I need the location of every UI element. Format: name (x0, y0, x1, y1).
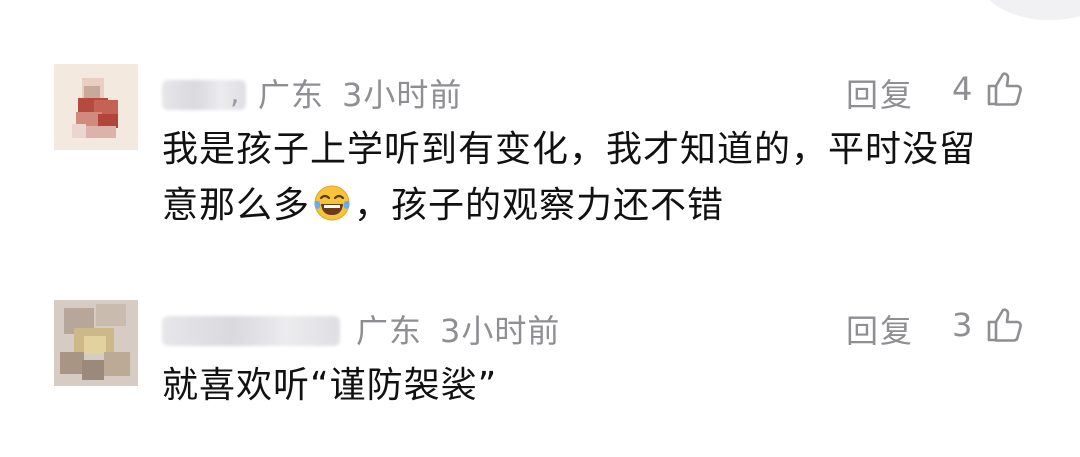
comment-text-part: ，孩子的观察力还不错 (354, 185, 725, 226)
location-label: 广东 (356, 312, 423, 350)
comment-meta: 广东 3小时前 (356, 306, 560, 352)
timestamp-label: 3小时前 (440, 312, 561, 350)
username-tail: , (230, 76, 240, 111)
location-label: 广东 (258, 76, 325, 114)
like-count: 4 (952, 70, 973, 108)
comment-meta: 广东 3小时前 (258, 70, 462, 116)
like-count: 3 (952, 306, 973, 344)
thumbs-up-icon[interactable] (986, 70, 1024, 108)
reply-button[interactable]: 回复 (846, 306, 914, 352)
comment-body: 我是孩子上学听到有变化，我才知道的，平时没留意那么多 ，孩子的观察力还不错 (162, 122, 1012, 234)
avatar[interactable] (54, 300, 138, 386)
top-right-corner-decoration (980, 0, 1080, 20)
comment-body: 就喜欢听“谨防袈裟” (162, 365, 498, 406)
laughing-tears-emoji-icon (314, 185, 350, 221)
username-blurred[interactable] (162, 316, 340, 346)
thumbs-up-icon[interactable] (986, 306, 1024, 344)
timestamp-label: 3小时前 (342, 76, 463, 114)
reply-button[interactable]: 回复 (846, 70, 914, 116)
avatar[interactable] (54, 64, 138, 150)
